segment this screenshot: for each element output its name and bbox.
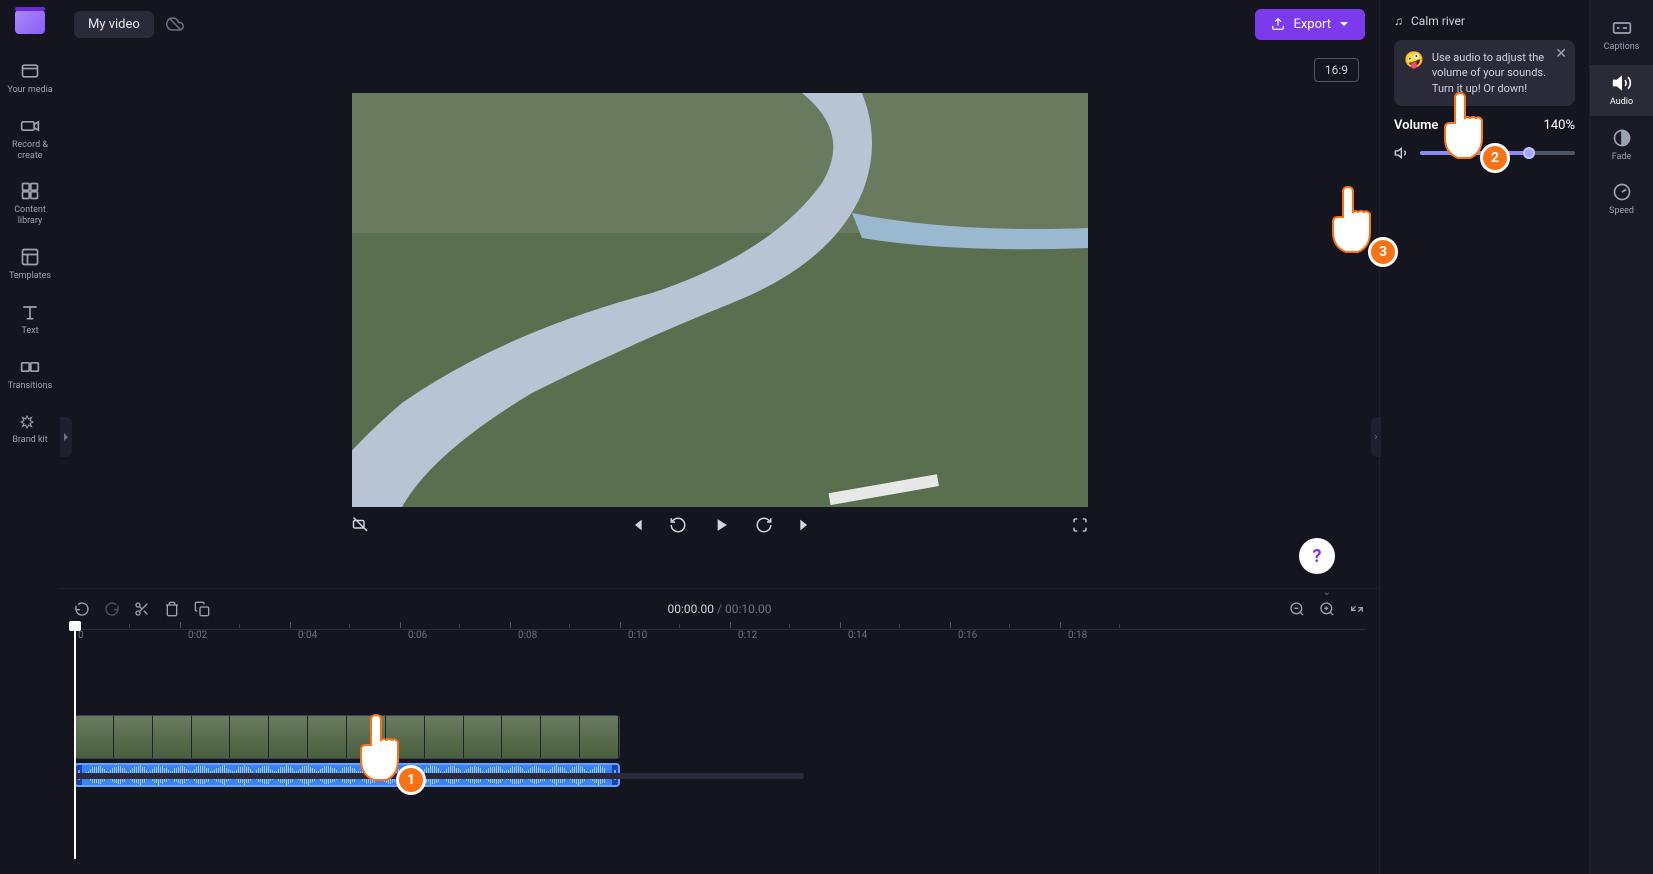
audio-properties-panel: ♫ Calm river 🤪 Use audio to adjust the v… [1379,0,1589,874]
zoom-out-button[interactable] [1289,601,1305,617]
nav-templates[interactable]: Templates [0,239,60,290]
nav-label: Record & create [4,140,56,162]
redo-button[interactable] [104,601,120,617]
nav-label: Transitions [8,381,53,392]
speaker-icon [1612,73,1632,93]
split-button[interactable] [134,601,150,617]
nav-label: Content library [4,205,56,227]
nav-text[interactable]: Text [0,294,60,345]
topbar: My video Export [60,0,1379,48]
timeline: 00:00.00 / 00:10.00 00:020:040:060:080:1… [60,588,1379,874]
current-time: 00:00.00 [667,602,714,616]
video-clip[interactable] [74,715,620,759]
tab-captions[interactable]: Captions [1590,10,1653,61]
tab-fade[interactable]: Fade [1590,120,1653,171]
volume-slider-thumb[interactable] [1523,147,1535,159]
undo-button[interactable] [74,601,90,617]
forward-button[interactable] [755,516,773,534]
camera-icon [20,116,40,136]
timeline-ruler[interactable]: 00:020:040:060:080:100:120:140:160:18 [74,629,1365,655]
delete-button[interactable] [164,601,180,617]
transitions-icon [20,357,40,377]
fullscreen-button[interactable] [1072,517,1088,533]
tip-callout: 🤪 Use audio to adjust the volume of your… [1394,40,1575,106]
nav-record-create[interactable]: Record & create [0,108,60,170]
preview-area: 16:9 [60,48,1379,588]
duplicate-button[interactable] [194,601,210,617]
nav-label: Fade [1612,152,1632,163]
nav-label: Your media [7,85,52,96]
nav-transitions[interactable]: Transitions [0,349,60,400]
templates-icon [20,247,40,267]
audio-track-name: Calm river [1411,14,1465,28]
tip-text: Use audio to adjust the volume of your s… [1432,50,1565,96]
aspect-ratio-badge[interactable]: 16:9 [1314,58,1359,82]
tab-speed[interactable]: Speed [1590,174,1653,225]
nav-label: Audio [1610,97,1633,108]
help-button[interactable]: ? [1299,538,1335,574]
skip-forward-button[interactable] [797,517,813,533]
speaker-icon[interactable] [1394,145,1410,161]
total-duration: 00:10.00 [725,602,772,616]
playhead[interactable] [74,629,76,859]
tab-audio[interactable]: Audio [1590,65,1653,116]
right-panel-toggle[interactable]: › [1371,417,1381,457]
text-icon [20,302,40,322]
nav-label: Text [21,326,38,337]
right-sidebar: Captions Audio Fade Speed [1589,0,1653,874]
volume-label: Volume [1394,118,1438,133]
close-tip-button[interactable]: ✕ [1555,46,1567,62]
volume-slider[interactable] [1420,151,1575,155]
emoji-icon: 🤪 [1404,50,1424,96]
nav-label: Templates [9,271,51,282]
brand-icon [20,411,40,431]
rewind-button[interactable] [669,516,687,534]
time-display: 00:00.00 / 00:10.00 [667,602,771,616]
chevron-down-icon [1339,19,1349,29]
left-sidebar: Your media Record & create Content libra… [0,0,60,874]
nav-brand-kit[interactable]: Brand kit [0,403,60,454]
hide-preview-icon[interactable] [352,516,370,534]
export-button[interactable]: Export [1255,9,1365,40]
volume-value: 140% [1544,118,1575,133]
app-logo [15,10,45,34]
nav-content-library[interactable]: Content library [0,173,60,235]
speed-icon [1612,182,1632,202]
play-button[interactable] [711,515,731,535]
media-icon [20,61,40,81]
video-preview[interactable] [352,93,1088,507]
nav-your-media[interactable]: Your media [0,53,60,104]
captions-icon [1612,18,1632,38]
zoom-in-button[interactable] [1319,601,1335,617]
export-label: Export [1293,17,1331,32]
nav-label: Captions [1604,42,1640,53]
music-note-icon: ♫ [1394,14,1403,28]
selected-audio-title: ♫ Calm river [1394,14,1575,28]
cloud-sync-icon[interactable] [166,15,184,33]
library-icon [20,181,40,201]
nav-label: Speed [1609,206,1634,217]
timeline-scrollbar[interactable] [74,773,804,779]
upload-icon [1271,17,1285,31]
project-name-input[interactable]: My video [74,11,154,38]
player-controls [352,507,1088,543]
fit-timeline-button[interactable] [1349,601,1365,617]
fade-icon [1612,128,1632,148]
skip-back-button[interactable] [629,517,645,533]
nav-label: Brand kit [12,435,47,446]
